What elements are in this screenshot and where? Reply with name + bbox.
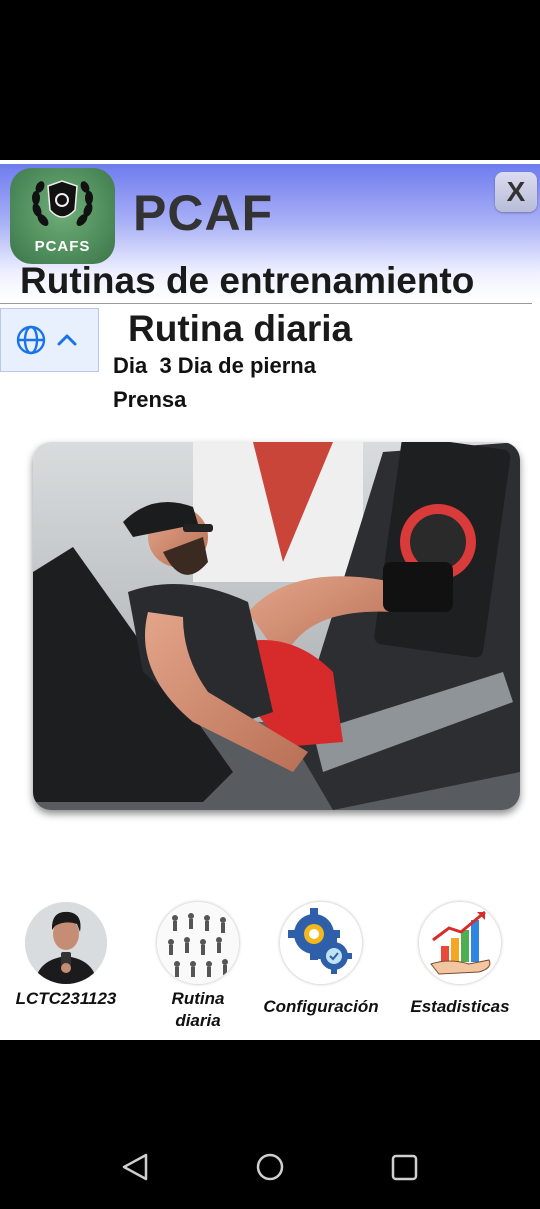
app-logo: PCAFS bbox=[10, 168, 115, 264]
page-title: Rutinas de entrenamiento bbox=[20, 260, 475, 301]
top-border bbox=[0, 160, 540, 164]
back-icon[interactable] bbox=[122, 1153, 148, 1181]
rutina-label: Rutina diaria bbox=[171, 989, 225, 1030]
routine-heading: Rutina diaria bbox=[128, 308, 353, 349]
globe-icon bbox=[16, 325, 46, 355]
system-navigation-bar bbox=[0, 1040, 540, 1204]
exercise-photo bbox=[33, 442, 520, 810]
profile-label: LCTC231123 bbox=[15, 989, 117, 1008]
nav-estadisticas[interactable]: Estadisticas bbox=[398, 902, 522, 1018]
exercise-name: Prensa bbox=[113, 387, 187, 412]
configuracion-label: Configuración bbox=[263, 997, 379, 1016]
chevron-up-icon bbox=[57, 334, 77, 346]
day-label: Dia 3 Dia de pierna bbox=[113, 353, 316, 378]
nav-configuracion[interactable]: Configuración bbox=[258, 902, 384, 1018]
growth-chart-icon bbox=[419, 902, 501, 984]
gears-icon bbox=[280, 902, 362, 984]
app-window: PCAFS PCAF X Rutinas de entrenamiento Ru… bbox=[0, 160, 540, 1040]
profile-avatar bbox=[25, 902, 107, 984]
close-button[interactable]: X bbox=[495, 172, 537, 212]
exercise-chart-icon bbox=[157, 902, 239, 984]
nav-profile[interactable]: LCTC231123 bbox=[14, 902, 118, 1010]
estadisticas-label: Estadisticas bbox=[410, 997, 510, 1016]
recents-icon[interactable] bbox=[391, 1154, 418, 1181]
title-divider bbox=[0, 303, 532, 304]
home-icon[interactable] bbox=[256, 1153, 284, 1181]
nav-rutina-diaria[interactable]: Rutina diaria bbox=[146, 902, 250, 1032]
logo-text: PCAFS bbox=[34, 238, 91, 255]
brand-name: PCAF bbox=[133, 185, 274, 241]
language-selector[interactable] bbox=[0, 308, 99, 372]
